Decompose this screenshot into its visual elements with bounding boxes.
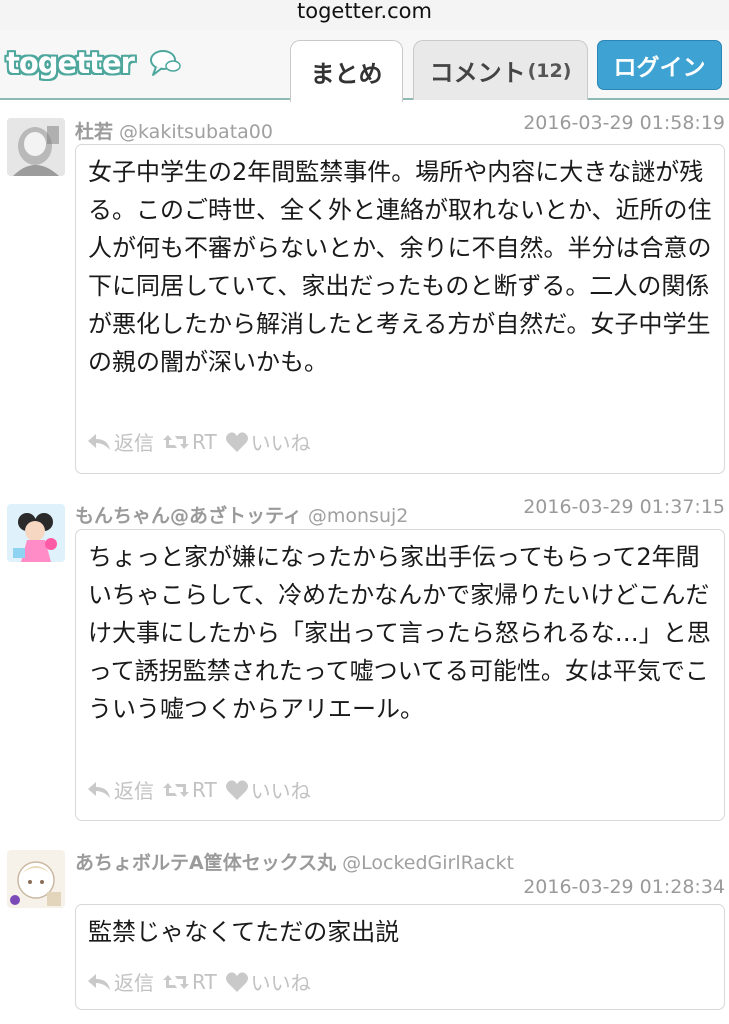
retweet-icon bbox=[163, 974, 189, 989]
like-button[interactable]: いいね bbox=[225, 967, 311, 996]
user-name[interactable]: あちょボルテA筐体セックス丸 @LockedGirlRackt bbox=[75, 848, 514, 875]
user-handle: @kakitsubata00 bbox=[119, 121, 273, 143]
tweet-card: ちょっと家が嫌になったから家出手伝ってもらって2年間いちゃこらして、冷めたかなん… bbox=[75, 529, 725, 821]
display-name: もんちゃん@あざトッティ bbox=[75, 505, 302, 527]
reply-label: 返信 bbox=[114, 971, 154, 995]
tab-matome[interactable]: まとめ bbox=[290, 40, 403, 102]
heart-icon bbox=[225, 971, 248, 992]
retweet-label: RT bbox=[192, 969, 217, 994]
retweet-button[interactable]: RT bbox=[162, 970, 217, 994]
retweet-label: RT bbox=[192, 777, 217, 802]
avatar[interactable] bbox=[7, 118, 65, 176]
display-name: あちょボルテA筐体セックス丸 bbox=[75, 852, 337, 874]
tweet-actions: 返信 RT いいね bbox=[86, 775, 319, 804]
tweet-text: 女子中学生の2年間監禁事件。場所や内容に大きな謎が残る。このご時世、全く外と連絡… bbox=[88, 158, 712, 376]
user-avatar-image bbox=[7, 850, 65, 908]
timestamp[interactable]: 2016-03-29 01:28:34 bbox=[523, 876, 725, 898]
reply-button[interactable]: 返信 bbox=[86, 775, 154, 804]
heart-icon bbox=[225, 779, 248, 800]
tweet-card: 監禁じゃなくてただの家出説 返信 RT いいね bbox=[75, 904, 725, 1010]
user-handle: @monsuj2 bbox=[307, 505, 409, 527]
tweet-actions: 返信 RT いいね bbox=[86, 967, 319, 996]
retweet-icon bbox=[163, 782, 189, 797]
tweet-text: 監禁じゃなくてただの家出説 bbox=[88, 918, 400, 946]
reply-icon bbox=[88, 781, 110, 798]
user-avatar-image bbox=[7, 118, 65, 176]
speech-bubble-icon bbox=[150, 50, 181, 76]
timestamp[interactable]: 2016-03-29 01:37:15 bbox=[523, 496, 725, 518]
login-label: ログイン bbox=[613, 55, 706, 81]
like-button[interactable]: いいね bbox=[225, 427, 311, 456]
comment-count: (12) bbox=[527, 59, 572, 82]
login-button[interactable]: ログイン bbox=[597, 40, 722, 90]
user-avatar-image bbox=[7, 504, 65, 562]
tab-comment-label: コメント bbox=[429, 59, 526, 87]
tweet-card: 女子中学生の2年間監禁事件。場所や内容に大きな謎が残る。このご時世、全く外と連絡… bbox=[75, 144, 725, 474]
retweet-button[interactable]: RT bbox=[162, 778, 217, 802]
like-label: いいね bbox=[250, 431, 311, 455]
reply-button[interactable]: 返信 bbox=[86, 967, 154, 996]
reply-label: 返信 bbox=[114, 431, 154, 455]
user-name[interactable]: もんちゃん@あざトッティ @monsuj2 bbox=[75, 501, 408, 528]
retweet-button[interactable]: RT bbox=[162, 430, 217, 454]
like-label: いいね bbox=[250, 971, 311, 995]
tweet-actions: 返信 RT いいね bbox=[86, 427, 319, 456]
tab-comment[interactable]: コメント (12) bbox=[413, 40, 588, 100]
reply-icon bbox=[88, 433, 110, 450]
user-handle: @LockedGirlRackt bbox=[342, 852, 514, 874]
avatar[interactable] bbox=[7, 850, 65, 908]
togetter-logo[interactable]: togetter bbox=[6, 46, 181, 80]
retweet-label: RT bbox=[192, 429, 217, 454]
like-label: いいね bbox=[250, 779, 311, 803]
user-name[interactable]: 杜若 @kakitsubata00 bbox=[75, 117, 273, 144]
url-text: togetter.com bbox=[297, 0, 432, 23]
reply-icon bbox=[88, 973, 110, 990]
reply-button[interactable]: 返信 bbox=[86, 427, 154, 456]
tab-matome-label: まとめ bbox=[310, 60, 383, 88]
retweet-icon bbox=[163, 434, 189, 449]
heart-icon bbox=[225, 431, 248, 452]
logo-text: togetter bbox=[6, 46, 135, 80]
display-name: 杜若 bbox=[75, 121, 114, 143]
avatar[interactable] bbox=[7, 504, 65, 562]
timestamp[interactable]: 2016-03-29 01:58:19 bbox=[523, 112, 725, 134]
browser-url-bar[interactable]: togetter.com bbox=[0, 0, 729, 30]
tweet-text: ちょっと家が嫌になったから家出手伝ってもらって2年間いちゃこらして、冷めたかなん… bbox=[88, 543, 711, 723]
reply-label: 返信 bbox=[114, 779, 154, 803]
like-button[interactable]: いいね bbox=[225, 775, 311, 804]
